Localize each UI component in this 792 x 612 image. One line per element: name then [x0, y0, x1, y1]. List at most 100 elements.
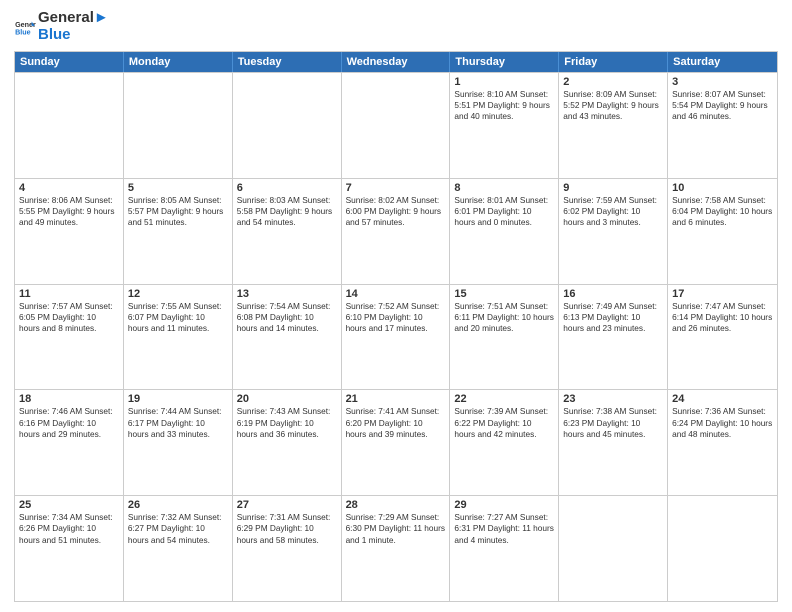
day-number: 11	[19, 288, 119, 300]
cell-info: Sunrise: 7:59 AM Sunset: 6:02 PM Dayligh…	[563, 195, 663, 229]
day-number: 12	[128, 288, 228, 300]
day-number: 6	[237, 182, 337, 194]
cell-info: Sunrise: 8:06 AM Sunset: 5:55 PM Dayligh…	[19, 195, 119, 229]
day-number: 29	[454, 499, 554, 511]
calendar-cell	[668, 496, 777, 601]
cell-info: Sunrise: 7:49 AM Sunset: 6:13 PM Dayligh…	[563, 301, 663, 335]
cell-info: Sunrise: 7:41 AM Sunset: 6:20 PM Dayligh…	[346, 406, 446, 440]
day-number: 28	[346, 499, 446, 511]
cell-info: Sunrise: 7:57 AM Sunset: 6:05 PM Dayligh…	[19, 301, 119, 335]
header-cell-thursday: Thursday	[450, 52, 559, 72]
calendar-cell: 11Sunrise: 7:57 AM Sunset: 6:05 PM Dayli…	[15, 285, 124, 390]
header-cell-wednesday: Wednesday	[342, 52, 451, 72]
calendar-cell: 22Sunrise: 7:39 AM Sunset: 6:22 PM Dayli…	[450, 390, 559, 495]
cell-info: Sunrise: 7:29 AM Sunset: 6:30 PM Dayligh…	[346, 512, 446, 546]
day-number: 1	[454, 76, 554, 88]
calendar-row: 25Sunrise: 7:34 AM Sunset: 6:26 PM Dayli…	[15, 495, 777, 601]
day-number: 17	[672, 288, 773, 300]
day-number: 9	[563, 182, 663, 194]
header: General Blue General► Blue	[14, 10, 778, 43]
day-number: 19	[128, 393, 228, 405]
calendar-cell: 23Sunrise: 7:38 AM Sunset: 6:23 PM Dayli…	[559, 390, 668, 495]
day-number: 8	[454, 182, 554, 194]
calendar-cell: 28Sunrise: 7:29 AM Sunset: 6:30 PM Dayli…	[342, 496, 451, 601]
day-number: 15	[454, 288, 554, 300]
calendar-cell: 4Sunrise: 8:06 AM Sunset: 5:55 PM Daylig…	[15, 179, 124, 284]
cell-info: Sunrise: 7:46 AM Sunset: 6:16 PM Dayligh…	[19, 406, 119, 440]
header-cell-friday: Friday	[559, 52, 668, 72]
day-number: 10	[672, 182, 773, 194]
header-cell-sunday: Sunday	[15, 52, 124, 72]
day-number: 3	[672, 76, 773, 88]
calendar-cell	[559, 496, 668, 601]
calendar-cell: 29Sunrise: 7:27 AM Sunset: 6:31 PM Dayli…	[450, 496, 559, 601]
cell-info: Sunrise: 7:52 AM Sunset: 6:10 PM Dayligh…	[346, 301, 446, 335]
cell-info: Sunrise: 7:43 AM Sunset: 6:19 PM Dayligh…	[237, 406, 337, 440]
day-number: 25	[19, 499, 119, 511]
day-number: 16	[563, 288, 663, 300]
calendar-row: 18Sunrise: 7:46 AM Sunset: 6:16 PM Dayli…	[15, 389, 777, 495]
calendar-cell: 3Sunrise: 8:07 AM Sunset: 5:54 PM Daylig…	[668, 73, 777, 178]
calendar-body: 1Sunrise: 8:10 AM Sunset: 5:51 PM Daylig…	[15, 72, 777, 601]
cell-info: Sunrise: 7:38 AM Sunset: 6:23 PM Dayligh…	[563, 406, 663, 440]
cell-info: Sunrise: 7:58 AM Sunset: 6:04 PM Dayligh…	[672, 195, 773, 229]
day-number: 20	[237, 393, 337, 405]
calendar-cell: 5Sunrise: 8:05 AM Sunset: 5:57 PM Daylig…	[124, 179, 233, 284]
cell-info: Sunrise: 8:10 AM Sunset: 5:51 PM Dayligh…	[454, 89, 554, 123]
cell-info: Sunrise: 7:32 AM Sunset: 6:27 PM Dayligh…	[128, 512, 228, 546]
cell-info: Sunrise: 7:27 AM Sunset: 6:31 PM Dayligh…	[454, 512, 554, 546]
page: General Blue General► Blue SundayMondayT…	[0, 0, 792, 612]
cell-info: Sunrise: 8:07 AM Sunset: 5:54 PM Dayligh…	[672, 89, 773, 123]
calendar-row: 4Sunrise: 8:06 AM Sunset: 5:55 PM Daylig…	[15, 178, 777, 284]
calendar-cell: 20Sunrise: 7:43 AM Sunset: 6:19 PM Dayli…	[233, 390, 342, 495]
day-number: 2	[563, 76, 663, 88]
header-cell-tuesday: Tuesday	[233, 52, 342, 72]
calendar-cell: 7Sunrise: 8:02 AM Sunset: 6:00 PM Daylig…	[342, 179, 451, 284]
cell-info: Sunrise: 7:31 AM Sunset: 6:29 PM Dayligh…	[237, 512, 337, 546]
calendar-cell	[15, 73, 124, 178]
cell-info: Sunrise: 7:39 AM Sunset: 6:22 PM Dayligh…	[454, 406, 554, 440]
calendar-cell: 6Sunrise: 8:03 AM Sunset: 5:58 PM Daylig…	[233, 179, 342, 284]
calendar: SundayMondayTuesdayWednesdayThursdayFrid…	[14, 51, 778, 602]
calendar-cell: 8Sunrise: 8:01 AM Sunset: 6:01 PM Daylig…	[450, 179, 559, 284]
day-number: 5	[128, 182, 228, 194]
calendar-cell: 25Sunrise: 7:34 AM Sunset: 6:26 PM Dayli…	[15, 496, 124, 601]
calendar-cell: 1Sunrise: 8:10 AM Sunset: 5:51 PM Daylig…	[450, 73, 559, 178]
calendar-row: 1Sunrise: 8:10 AM Sunset: 5:51 PM Daylig…	[15, 72, 777, 178]
calendar-cell	[342, 73, 451, 178]
calendar-cell	[124, 73, 233, 178]
calendar-cell: 16Sunrise: 7:49 AM Sunset: 6:13 PM Dayli…	[559, 285, 668, 390]
cell-info: Sunrise: 8:01 AM Sunset: 6:01 PM Dayligh…	[454, 195, 554, 229]
calendar-cell: 19Sunrise: 7:44 AM Sunset: 6:17 PM Dayli…	[124, 390, 233, 495]
day-number: 21	[346, 393, 446, 405]
cell-info: Sunrise: 7:44 AM Sunset: 6:17 PM Dayligh…	[128, 406, 228, 440]
logo-text: General► Blue	[38, 10, 109, 43]
logo-icon: General Blue	[14, 16, 36, 38]
cell-info: Sunrise: 7:34 AM Sunset: 6:26 PM Dayligh…	[19, 512, 119, 546]
logo: General Blue General► Blue	[14, 10, 109, 43]
cell-info: Sunrise: 8:05 AM Sunset: 5:57 PM Dayligh…	[128, 195, 228, 229]
cell-info: Sunrise: 7:47 AM Sunset: 6:14 PM Dayligh…	[672, 301, 773, 335]
calendar-cell	[233, 73, 342, 178]
calendar-cell: 10Sunrise: 7:58 AM Sunset: 6:04 PM Dayli…	[668, 179, 777, 284]
day-number: 4	[19, 182, 119, 194]
cell-info: Sunrise: 8:02 AM Sunset: 6:00 PM Dayligh…	[346, 195, 446, 229]
calendar-cell: 2Sunrise: 8:09 AM Sunset: 5:52 PM Daylig…	[559, 73, 668, 178]
calendar-cell: 24Sunrise: 7:36 AM Sunset: 6:24 PM Dayli…	[668, 390, 777, 495]
calendar-row: 11Sunrise: 7:57 AM Sunset: 6:05 PM Dayli…	[15, 284, 777, 390]
calendar-cell: 21Sunrise: 7:41 AM Sunset: 6:20 PM Dayli…	[342, 390, 451, 495]
cell-info: Sunrise: 7:55 AM Sunset: 6:07 PM Dayligh…	[128, 301, 228, 335]
cell-info: Sunrise: 7:54 AM Sunset: 6:08 PM Dayligh…	[237, 301, 337, 335]
header-cell-monday: Monday	[124, 52, 233, 72]
day-number: 18	[19, 393, 119, 405]
day-number: 7	[346, 182, 446, 194]
calendar-cell: 17Sunrise: 7:47 AM Sunset: 6:14 PM Dayli…	[668, 285, 777, 390]
day-number: 22	[454, 393, 554, 405]
svg-text:Blue: Blue	[15, 28, 31, 36]
calendar-cell: 14Sunrise: 7:52 AM Sunset: 6:10 PM Dayli…	[342, 285, 451, 390]
cell-info: Sunrise: 8:09 AM Sunset: 5:52 PM Dayligh…	[563, 89, 663, 123]
day-number: 13	[237, 288, 337, 300]
calendar-cell: 12Sunrise: 7:55 AM Sunset: 6:07 PM Dayli…	[124, 285, 233, 390]
day-number: 24	[672, 393, 773, 405]
calendar-cell: 26Sunrise: 7:32 AM Sunset: 6:27 PM Dayli…	[124, 496, 233, 601]
